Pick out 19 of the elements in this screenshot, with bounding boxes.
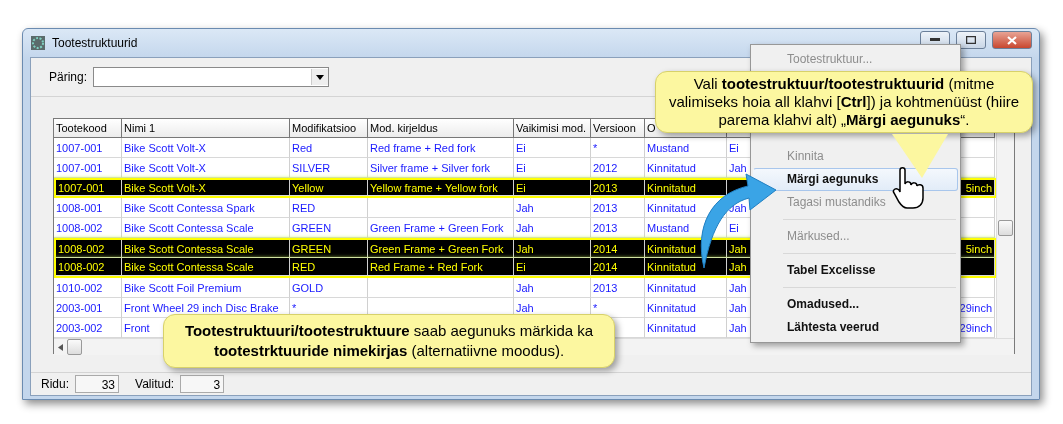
selected-label: Valitud:: [135, 377, 175, 391]
table-cell: Yellow: [290, 180, 368, 196]
table-cell: 1008-002: [56, 258, 122, 276]
rows-label: Ridu:: [41, 377, 69, 391]
hint-tooltip: Tootestruktuuri/tootestruktuure saab aegunuks märkida ka tootestrktuuride nimekirjas (alternatiivne moodus).: [163, 314, 615, 368]
table-cell: Ei: [514, 258, 591, 276]
table-cell: Red Frame + Red Fork: [368, 258, 514, 276]
table-cell: 2013: [591, 180, 645, 196]
table-cell: RED: [290, 258, 368, 276]
table-cell: 2014: [591, 258, 645, 276]
table-cell: 1007-001: [56, 180, 122, 196]
rows-count: 33: [75, 375, 119, 393]
table-cell: Bike Scott Volt-X: [122, 180, 290, 196]
query-label: Päring:: [49, 70, 88, 84]
selected-count: 3: [180, 375, 225, 393]
table-cell: Ei: [514, 180, 591, 196]
window-title: Tootestruktuurid: [52, 36, 139, 50]
table-cell: Yellow frame + Yellow fork: [368, 180, 514, 196]
table-cell: Bike Scott Contessa Scale: [122, 258, 290, 276]
